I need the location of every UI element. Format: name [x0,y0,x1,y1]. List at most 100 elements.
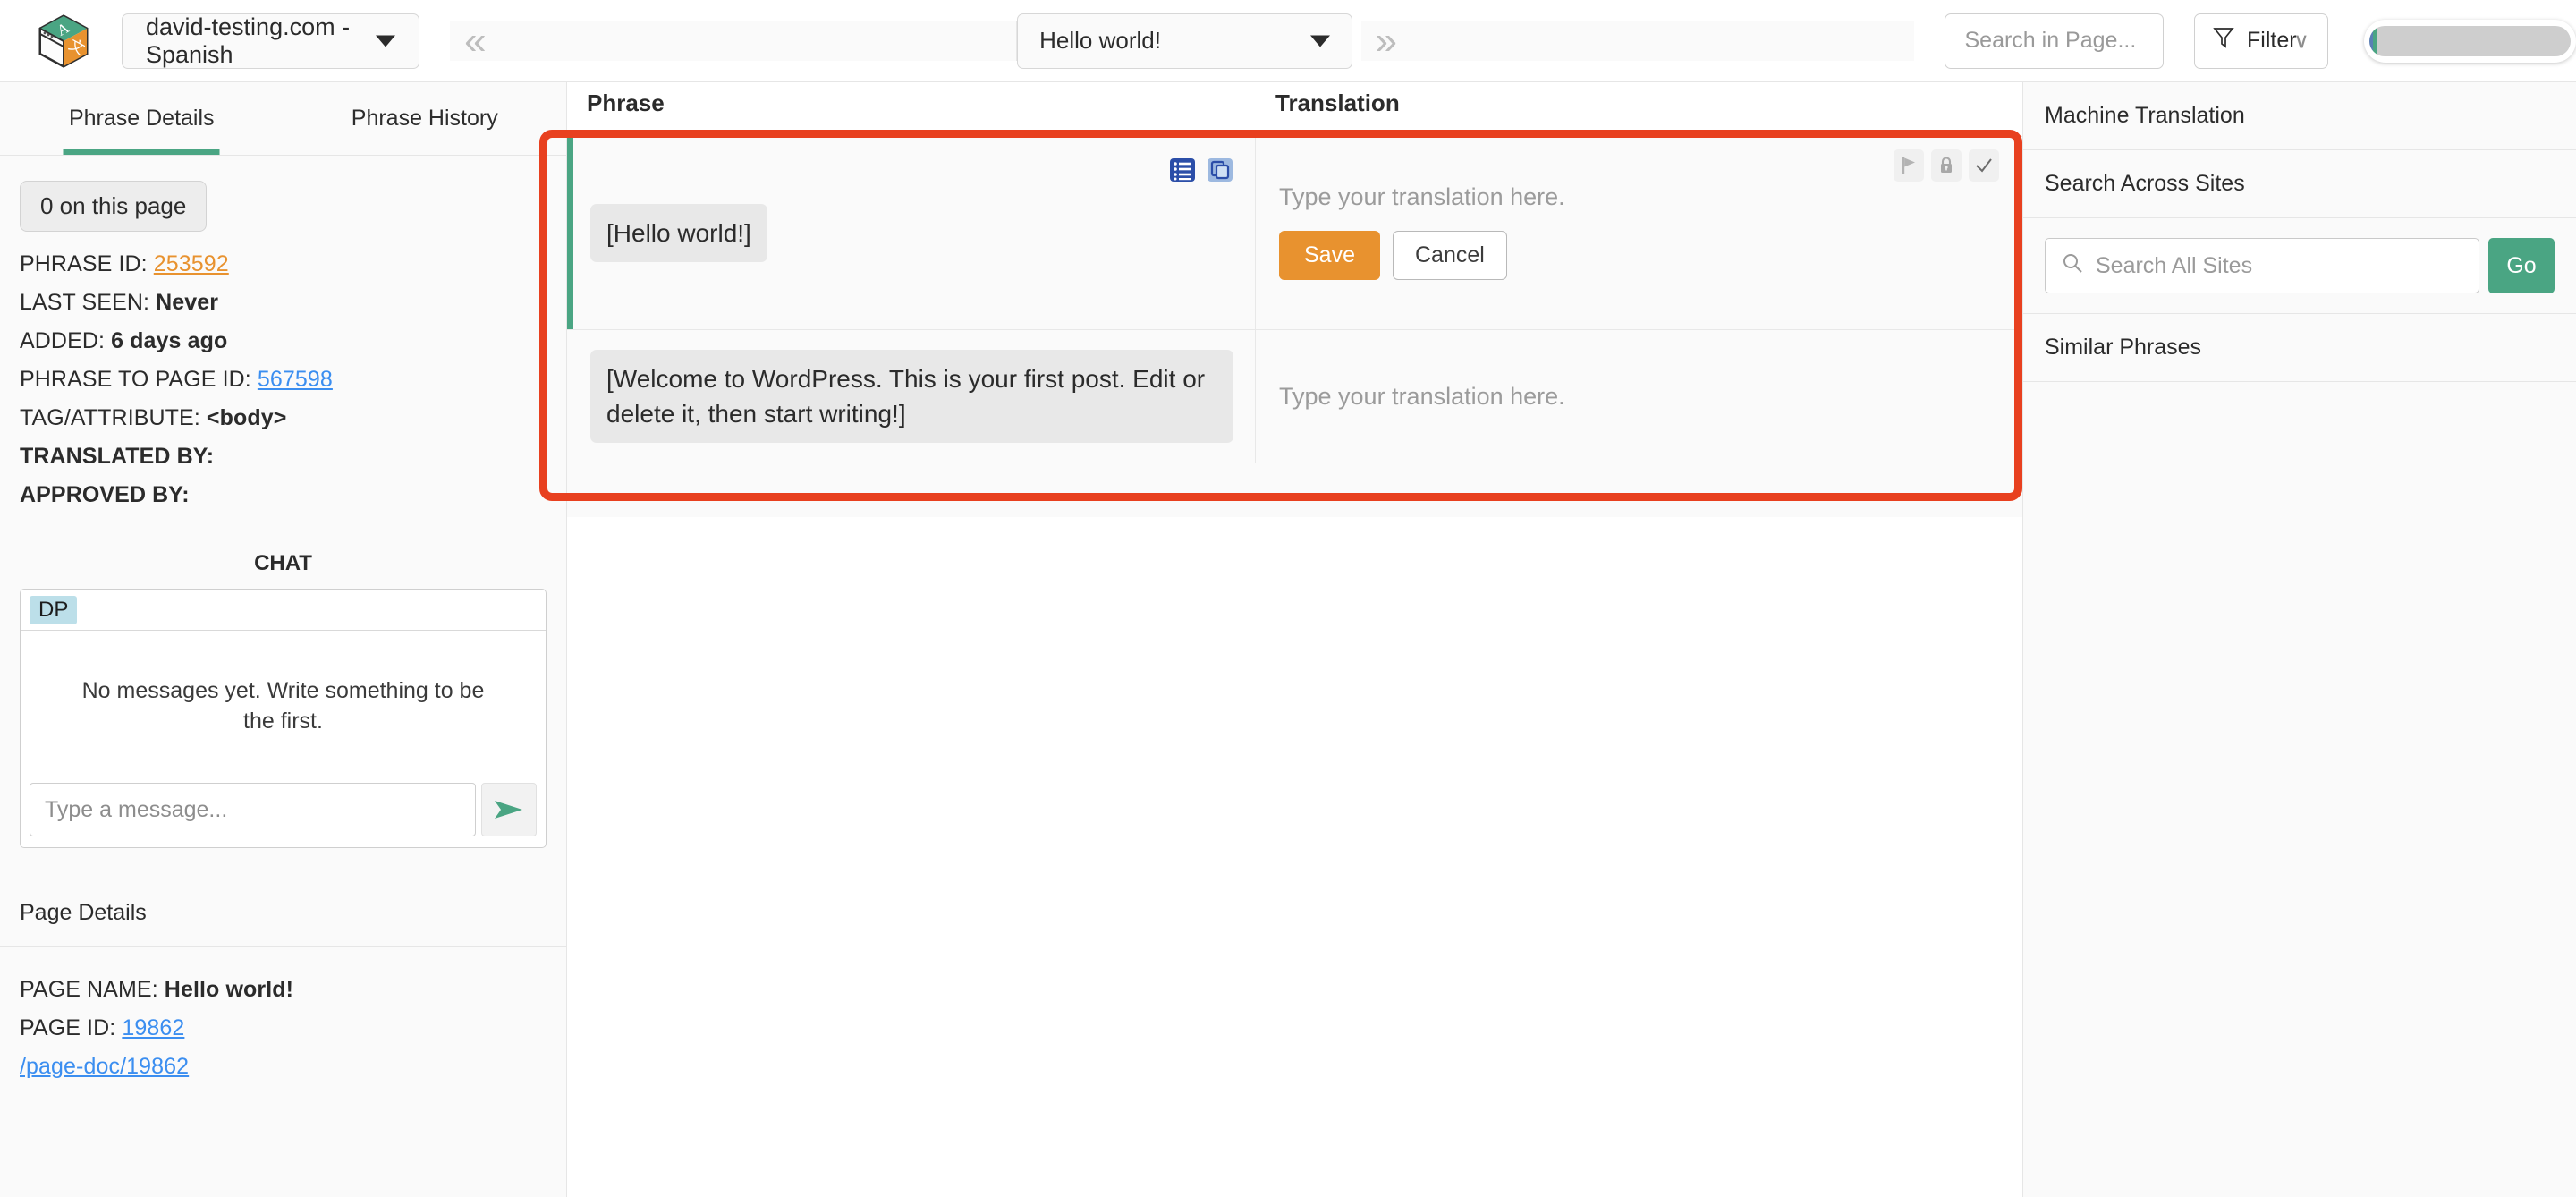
meta-last-seen-label: LAST SEEN: [20,290,150,315]
meta-added-value: 6 days ago [111,328,228,353]
phrase-cell[interactable]: [Welcome to WordPress. This is your firs… [567,330,1256,463]
page-details-title-label: Page Details [20,899,147,925]
table-row[interactable]: [Welcome to WordPress. This is your firs… [567,330,2022,464]
meta-last-seen-value: Never [156,290,219,315]
meta-phrase-to-page-id-value[interactable]: 567598 [258,367,333,392]
translation-progress-bar[interactable] [2363,19,2576,63]
table-row[interactable]: [Hello world!] Type your translation her… [567,137,2022,330]
filter-button[interactable]: Filter ∨ [2194,13,2328,69]
page-id-row: PAGE ID: 19862 [20,1015,547,1041]
translation-cell[interactable]: Type your translation here. Save Cancel [1256,137,2022,329]
page-id-label: PAGE ID: [20,1015,116,1040]
translation-action-icons [1894,149,1999,182]
search-across-sites-section[interactable]: Search Across Sites [2023,150,2576,218]
progress-track [2368,25,2571,56]
page-doc-link[interactable]: /page-doc/19862 [20,1054,189,1079]
search-in-page-placeholder: Search in Page... [1964,28,2137,53]
chat-empty-message: No messages yet. Write something to be t… [81,678,485,734]
meta-phrase-to-page-id: PHRASE TO PAGE ID: 567598 [20,367,547,393]
meta-phrase-to-page-id-label: PHRASE TO PAGE ID: [20,367,251,392]
machine-translation-title: Machine Translation [2045,103,2245,128]
phrase-action-icons [1169,157,1233,188]
phrase-text: [Welcome to WordPress. This is your firs… [590,350,1233,444]
similar-phrases-section[interactable]: Similar Phrases [2023,314,2576,382]
save-button[interactable]: Save [1279,231,1380,280]
page-doc-row: /page-doc/19862 [20,1054,547,1080]
meta-approved-by-label: APPROVED BY: [20,482,190,507]
lock-icon[interactable] [1931,149,1962,182]
right-sidebar: Machine Translation Search Across Sites … [2023,82,2576,1197]
meta-added-label: ADDED: [20,328,106,353]
send-arrow-icon[interactable] [481,783,537,836]
copy-icon[interactable] [1207,157,1233,188]
on-this-page-count-badge[interactable]: 0 on this page [20,181,208,232]
filter-button-label: Filter [2247,28,2297,53]
tab-phrase-history[interactable]: Phrase History [284,82,567,155]
tab-phrase-history-label: Phrase History [351,106,498,131]
page-selector-value: Hello world! [1039,27,1161,54]
meta-translated-by: TRANSLATED BY: [20,444,547,470]
meta-last-seen: LAST SEEN: Never [20,290,547,316]
phrase-details-content: 0 on this page PHRASE ID: 253592 LAST SE… [0,156,566,521]
translation-cube-logo-icon[interactable]: A 文 [36,13,91,69]
double-chevron-left-icon[interactable]: « [450,21,1018,61]
funnel-icon [2213,26,2234,55]
avatar[interactable]: DP [30,595,78,624]
chat-input-row: Type a message... [21,783,546,847]
site-language-selector-value: david-testing.com - Spanish [146,13,351,68]
translation-button-row: Save Cancel [1279,231,1999,280]
meta-translated-by-label: TRANSLATED BY: [20,444,215,469]
search-all-sites-row: Search All Sites Go [2023,218,2576,314]
site-language-selector[interactable]: david-testing.com - Spanish [122,13,420,69]
double-chevron-right-icon[interactable]: » [1360,21,1914,61]
page-name-label: PAGE NAME: [20,977,158,1002]
chat-message-input[interactable]: Type a message... [30,783,476,836]
cancel-button[interactable]: Cancel [1392,231,1507,280]
translation-input-placeholder[interactable]: Type your translation here. [1279,183,1999,211]
search-icon [2062,252,2083,280]
meta-tag-attribute: TAG/ATTRIBUTE: <body> [20,405,547,431]
chat-section-title: CHAT [254,551,312,575]
progress-segment-green [2373,25,2377,56]
check-icon[interactable] [1969,149,1999,182]
page-name-row: PAGE NAME: Hello world! [20,977,547,1003]
list-lines-icon[interactable] [1169,157,1196,188]
page-selector[interactable]: Hello world! [1017,13,1352,69]
tab-phrase-details[interactable]: Phrase Details [0,82,284,155]
main-body: Phrase Details Phrase History 0 on this … [0,82,2576,1197]
meta-phrase-id-value[interactable]: 253592 [154,251,229,276]
chat-header: DP [21,590,546,631]
similar-phrases-title: Similar Phrases [2045,335,2202,360]
chat-message-placeholder: Type a message... [45,796,228,822]
machine-translation-section[interactable]: Machine Translation [2023,82,2576,150]
page-id-value[interactable]: 19862 [122,1015,184,1040]
table-footer-spacer [567,463,2022,518]
meta-approved-by: APPROVED BY: [20,482,547,508]
search-across-sites-title: Search Across Sites [2045,171,2245,196]
flag-icon[interactable] [1894,149,1924,182]
left-sidebar: Phrase Details Phrase History 0 on this … [0,82,567,1197]
tab-phrase-details-label: Phrase Details [68,106,215,131]
on-this-page-count-label: 0 on this page [40,192,187,219]
meta-tag-attribute-value: <body> [206,405,287,430]
column-header-translation: Translation [1275,89,1400,116]
search-all-sites-input[interactable]: Search All Sites [2045,238,2479,293]
page-details-content: PAGE NAME: Hello world! PAGE ID: 19862 /… [0,947,566,1197]
phrase-cell[interactable]: [Hello world!] [567,137,1256,329]
meta-tag-attribute-label: TAG/ATTRIBUTE: [20,405,200,430]
go-button[interactable]: Go [2488,238,2555,293]
translation-cell[interactable]: Type your translation here. [1256,330,2022,463]
meta-phrase-id: PHRASE ID: 253592 [20,251,547,277]
chevron-down-icon [1309,35,1330,47]
search-in-page-input[interactable]: Search in Page... [1944,13,2165,69]
chevron-down-icon [376,35,396,47]
table-body: [Hello world!] Type your translation her… [567,136,2022,518]
top-toolbar: A 文 david-testing.com - Spanish « Hello … [0,0,2576,82]
translation-input-placeholder[interactable]: Type your translation here. [1279,383,1999,411]
page-details-section-title[interactable]: Page Details [0,879,566,947]
phrase-text: [Hello world!] [590,203,767,263]
meta-phrase-id-label: PHRASE ID: [20,251,148,276]
column-header-phrase: Phrase [587,89,665,116]
chat-panel: DP No messages yet. Write something to b… [20,589,547,848]
search-all-sites-placeholder: Search All Sites [2096,252,2253,278]
